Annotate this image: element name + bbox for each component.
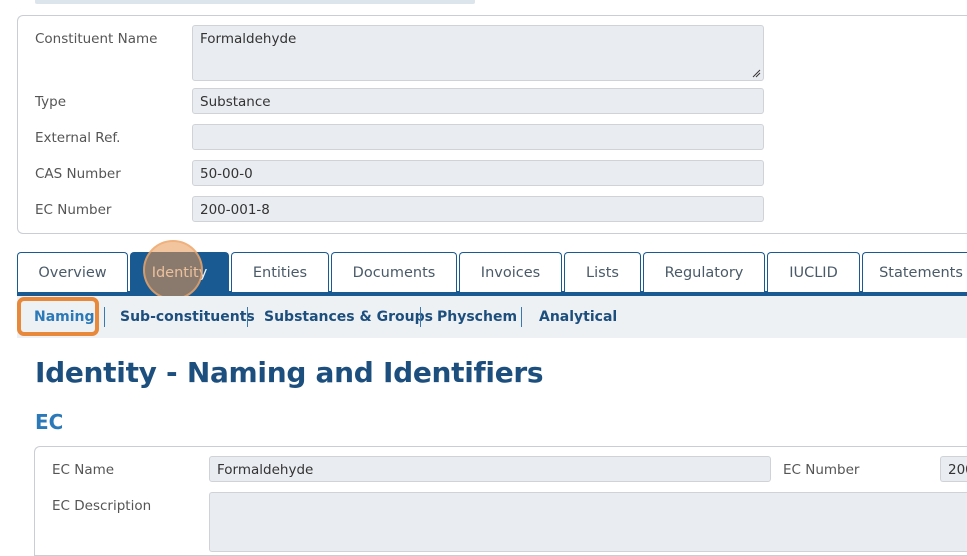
ec-number-label-2: EC Number bbox=[783, 462, 860, 478]
subnav-divider bbox=[247, 307, 248, 327]
tab-lists[interactable]: Lists bbox=[564, 252, 641, 292]
constituent-name-label: Constituent Name bbox=[35, 31, 158, 47]
page-title: Identity - Naming and Identifiers bbox=[35, 356, 544, 389]
tab-statements[interactable]: Statements bbox=[862, 252, 967, 292]
tab-overview[interactable]: Overview bbox=[17, 252, 128, 292]
subtab-naming[interactable]: Naming bbox=[34, 309, 95, 325]
tab-invoices[interactable]: Invoices bbox=[459, 252, 562, 292]
ec-number-field[interactable]: 200-001-8 bbox=[192, 196, 764, 222]
header-title-remnant bbox=[35, 0, 475, 4]
subtab-sub-constituents[interactable]: Sub-constituents bbox=[120, 309, 255, 325]
constituent-name-value: Formaldehyde bbox=[200, 31, 297, 47]
type-label: Type bbox=[35, 94, 67, 110]
cas-number-label: CAS Number bbox=[35, 166, 121, 182]
tab-iuclid[interactable]: IUCLID bbox=[767, 252, 860, 292]
cas-number-field[interactable]: 50-00-0 bbox=[192, 160, 764, 186]
subtab-physchem[interactable]: Physchem bbox=[437, 309, 517, 325]
tab-regulatory[interactable]: Regulatory bbox=[643, 252, 765, 292]
section-title-ec: EC bbox=[35, 410, 64, 434]
subnav-divider bbox=[420, 307, 421, 327]
ec-description-label: EC Description bbox=[52, 498, 152, 514]
ec-number-field-2[interactable]: 200 bbox=[940, 456, 967, 482]
type-field[interactable]: Substance bbox=[192, 88, 764, 114]
subnav-divider bbox=[104, 307, 105, 327]
tab-entities[interactable]: Entities bbox=[231, 252, 329, 292]
ec-name-field[interactable]: Formaldehyde bbox=[209, 456, 771, 482]
ec-name-label: EC Name bbox=[52, 462, 115, 478]
ec-description-field[interactable] bbox=[209, 492, 967, 552]
ec-number-label: EC Number bbox=[35, 202, 112, 218]
subtab-analytical[interactable]: Analytical bbox=[539, 309, 617, 325]
tab-documents[interactable]: Documents bbox=[331, 252, 457, 292]
resize-grip-icon[interactable] bbox=[751, 68, 761, 78]
external-ref-label: External Ref. bbox=[35, 130, 121, 146]
external-ref-field[interactable] bbox=[192, 124, 764, 150]
constituent-name-field[interactable]: Formaldehyde bbox=[192, 25, 764, 81]
subtab-substances-groups[interactable]: Substances & Groups bbox=[264, 309, 433, 325]
subnav-divider bbox=[521, 307, 522, 327]
tab-identity[interactable]: Identity bbox=[130, 252, 229, 292]
